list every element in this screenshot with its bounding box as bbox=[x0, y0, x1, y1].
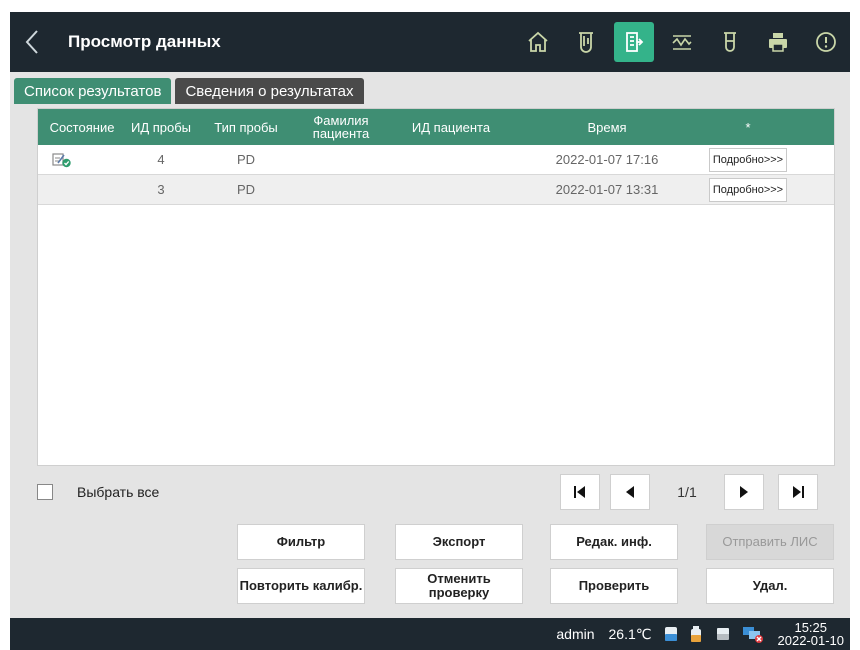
table-header: Состояние ИД пробы Тип пробы Фамилия пац… bbox=[38, 109, 834, 145]
time-cell: 2022-01-07 13:31 bbox=[555, 182, 659, 197]
table-row[interactable]: 4 PD 2022-01-07 17:16 Подробно>>> bbox=[38, 145, 834, 175]
user-name: admin bbox=[556, 626, 595, 642]
alert-icon bbox=[816, 32, 836, 52]
calibration-curve-icon bbox=[672, 35, 692, 50]
col-sample-id: ИД пробы bbox=[130, 119, 192, 135]
sample-tube-button[interactable] bbox=[710, 22, 750, 62]
col-star: * bbox=[745, 119, 751, 135]
print-button[interactable] bbox=[758, 22, 798, 62]
recalibrate-button[interactable]: Повторить калибр. bbox=[237, 568, 365, 604]
data-review-button[interactable] bbox=[614, 22, 654, 62]
col-time: Время bbox=[587, 119, 627, 135]
status-cell bbox=[38, 152, 126, 168]
network-disconnected-icon bbox=[742, 625, 764, 643]
clock: 15:25 2022-01-10 bbox=[778, 621, 845, 647]
delete-button[interactable]: Удал. bbox=[706, 568, 834, 604]
results-table: Состояние ИД пробы Тип пробы Фамилия пац… bbox=[37, 108, 835, 466]
sample-type-cell: PD bbox=[236, 182, 256, 197]
sample-type-cell: PD bbox=[236, 152, 256, 167]
calibration-button[interactable] bbox=[662, 22, 702, 62]
col-patient-surname: Фамилия пациента bbox=[312, 113, 370, 141]
home-button[interactable] bbox=[518, 22, 558, 62]
main-panel: Список результатов Сведения о результата… bbox=[10, 72, 850, 618]
send-lis-button[interactable]: Отправить ЛИС bbox=[706, 524, 834, 560]
check-button[interactable]: Проверить bbox=[550, 568, 678, 604]
first-page-icon bbox=[574, 486, 585, 498]
edit-info-button[interactable]: Редак. инф. bbox=[550, 524, 678, 560]
temperature: 26.1℃ bbox=[608, 625, 652, 642]
time-cell: 2022-01-07 17:16 bbox=[555, 152, 659, 167]
test-tube-button[interactable] bbox=[566, 22, 606, 62]
detail-cell: Подробно>>> bbox=[698, 147, 798, 172]
reagent-bottle-icon bbox=[664, 625, 678, 643]
test-tube-icon bbox=[579, 32, 593, 53]
pager: 1/1 bbox=[560, 474, 818, 510]
page-info: 1/1 bbox=[677, 484, 697, 500]
home-icon bbox=[528, 31, 548, 52]
col-sample-type: Тип пробы bbox=[214, 119, 278, 135]
next-page-button[interactable] bbox=[724, 474, 764, 510]
col-patient-id: ИД пациента bbox=[411, 119, 491, 135]
top-bar: Просмотр данных bbox=[10, 12, 850, 72]
detail-cell: Подробно>>> bbox=[698, 177, 798, 202]
alert-button[interactable] bbox=[806, 22, 846, 62]
sample-tube-icon bbox=[724, 32, 736, 52]
verified-edit-icon bbox=[52, 152, 71, 167]
export-button[interactable]: Экспорт bbox=[395, 524, 523, 560]
tab-results-details[interactable]: Сведения о результатах bbox=[175, 78, 364, 104]
table-row[interactable]: 3 PD 2022-01-07 13:31 Подробно>>> bbox=[38, 175, 834, 205]
sample-id-cell: 4 bbox=[157, 152, 165, 167]
select-all-checkbox[interactable] bbox=[37, 484, 53, 500]
back-button[interactable] bbox=[10, 12, 54, 72]
cancel-check-button[interactable]: Отменить проверку bbox=[395, 568, 523, 604]
status-bar: admin 26.1℃ 15:25 2022-01-10 bbox=[10, 618, 850, 650]
last-page-icon bbox=[793, 486, 804, 498]
data-review-icon bbox=[626, 32, 644, 52]
sample-id-cell: 3 bbox=[157, 182, 165, 197]
storage-icon bbox=[716, 625, 730, 643]
printer-icon bbox=[769, 33, 787, 52]
clock-date: 2022-01-10 bbox=[777, 633, 845, 648]
first-page-button[interactable] bbox=[560, 474, 600, 510]
filter-button[interactable]: Фильтр bbox=[237, 524, 365, 560]
tab-results-list[interactable]: Список результатов bbox=[14, 78, 172, 104]
col-status: Состояние bbox=[49, 119, 115, 135]
detail-button[interactable]: Подробно>>> bbox=[708, 147, 788, 172]
prev-page-button[interactable] bbox=[610, 474, 650, 510]
page-title: Просмотр данных bbox=[68, 32, 221, 51]
select-all-label: Выбрать все bbox=[77, 484, 160, 500]
waste-bottle-icon bbox=[690, 625, 704, 643]
chevron-left-icon bbox=[25, 30, 38, 54]
tab-bar: Список результатов Сведения о результата… bbox=[14, 78, 368, 104]
toolbar-icons bbox=[514, 12, 850, 72]
next-page-icon bbox=[740, 486, 748, 498]
prev-page-icon bbox=[626, 486, 634, 498]
detail-button[interactable]: Подробно>>> bbox=[708, 177, 788, 202]
last-page-button[interactable] bbox=[778, 474, 818, 510]
select-all[interactable]: Выбрать все bbox=[37, 484, 159, 500]
